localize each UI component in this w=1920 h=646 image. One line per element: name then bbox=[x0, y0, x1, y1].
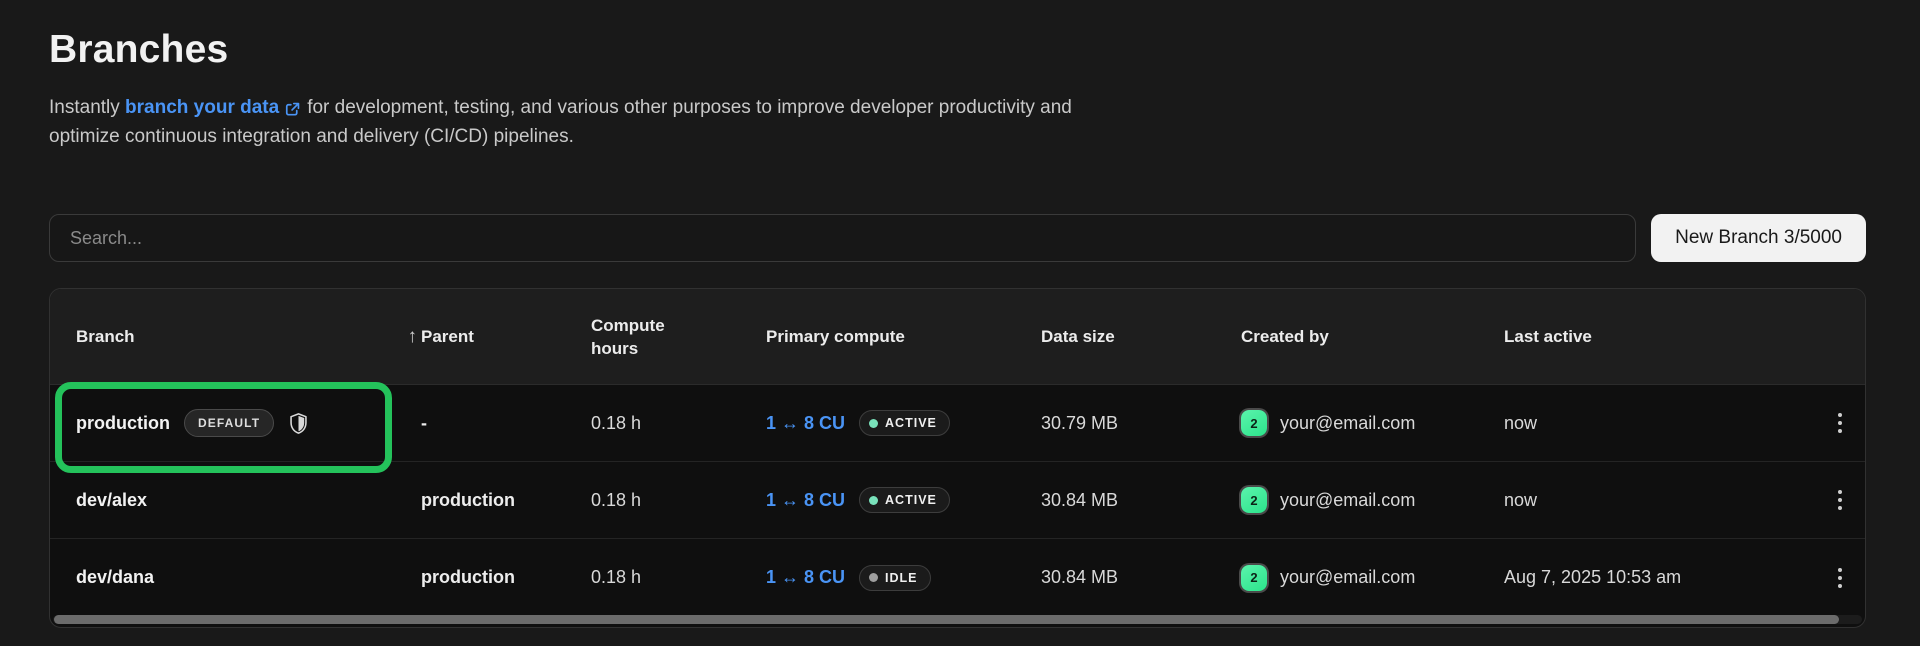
data-size-cell: 30.79 MB bbox=[1041, 413, 1241, 434]
kebab-menu-icon[interactable] bbox=[1832, 562, 1848, 594]
table-row: dev/dana production0.18 h1 ↔ 8 CU IDLE 30.8… bbox=[50, 539, 1865, 616]
scrollbar-thumb[interactable] bbox=[54, 615, 1839, 624]
branch-name: production bbox=[76, 413, 170, 434]
data-size-cell: 30.84 MB bbox=[1041, 490, 1241, 511]
status-badge: IDLE bbox=[859, 565, 930, 591]
branch-your-data-link[interactable]: branch your data bbox=[125, 97, 279, 118]
column-header-primary-compute[interactable]: Primary compute bbox=[766, 327, 1041, 347]
kebab-menu-icon[interactable] bbox=[1832, 484, 1848, 516]
page-title: Branches bbox=[49, 28, 1866, 72]
last-active-cell: now bbox=[1504, 413, 1814, 434]
branch-name-cell[interactable]: dev/dana bbox=[76, 567, 421, 588]
avatar: 2 bbox=[1241, 487, 1267, 513]
shield-icon bbox=[288, 411, 309, 436]
table-row: dev/alex production0.18 h1 ↔ 8 CU ACTIVE 30… bbox=[50, 462, 1865, 539]
sort-ascending-icon[interactable]: ↑ bbox=[408, 326, 418, 348]
status-badge: ACTIVE bbox=[859, 410, 950, 436]
toolbar: New Branch 3/5000 bbox=[49, 214, 1866, 262]
created-by-cell: 2 your@email.com bbox=[1241, 410, 1504, 436]
table-row: production DEFAULT -0.18 h1 ↔ 8 CU ACTIVE 30… bbox=[50, 385, 1865, 462]
compute-hours-cell: 0.18 h bbox=[591, 413, 766, 434]
column-header-data-size[interactable]: Data size bbox=[1041, 327, 1241, 347]
data-size-cell: 30.84 MB bbox=[1041, 567, 1241, 588]
new-branch-button[interactable]: New Branch 3/5000 bbox=[1651, 214, 1866, 262]
status-dot bbox=[869, 573, 878, 582]
creator-email: your@email.com bbox=[1280, 413, 1415, 434]
compute-hours-cell: 0.18 h bbox=[591, 567, 766, 588]
default-badge: DEFAULT bbox=[184, 409, 274, 437]
search-input[interactable] bbox=[49, 214, 1636, 262]
primary-compute-cell: 1 ↔ 8 CU IDLE bbox=[766, 565, 1041, 591]
compute-units-link[interactable]: 1 ↔ 8 CU bbox=[766, 567, 845, 588]
created-by-cell: 2 your@email.com bbox=[1241, 565, 1504, 591]
table-rows: productionDEFAULT-0.18 h1 ↔ 8 CUACTIVE30… bbox=[50, 385, 1865, 616]
external-link-icon bbox=[284, 96, 301, 123]
compute-hours-cell: 0.18 h bbox=[591, 490, 766, 511]
primary-compute-cell: 1 ↔ 8 CU ACTIVE bbox=[766, 410, 1041, 436]
compute-units-link[interactable]: 1 ↔ 8 CU bbox=[766, 490, 845, 511]
last-active-cell: now bbox=[1504, 490, 1814, 511]
branch-name-cell[interactable]: dev/alex bbox=[76, 490, 421, 511]
primary-compute-cell: 1 ↔ 8 CU ACTIVE bbox=[766, 487, 1041, 513]
actions-cell bbox=[1814, 562, 1865, 594]
description-prefix: Instantly bbox=[49, 97, 125, 118]
avatar: 2 bbox=[1241, 565, 1267, 591]
branches-table: Branch ↑ Parent Compute hours Primary co… bbox=[49, 288, 1866, 628]
column-header-created-by[interactable]: Created by bbox=[1241, 327, 1504, 347]
actions-cell bbox=[1814, 407, 1865, 439]
column-header-compute-hours[interactable]: Compute hours bbox=[591, 314, 766, 360]
column-header-last-active[interactable]: Last active bbox=[1504, 327, 1814, 347]
table-header: Branch ↑ Parent Compute hours Primary co… bbox=[50, 289, 1865, 385]
compute-units-link[interactable]: 1 ↔ 8 CU bbox=[766, 413, 845, 434]
parent-cell: - bbox=[421, 413, 591, 434]
branch-name: dev/dana bbox=[76, 567, 154, 588]
parent-cell: production bbox=[421, 567, 591, 588]
branch-name-cell[interactable]: production DEFAULT bbox=[76, 409, 421, 437]
status-dot bbox=[869, 496, 878, 505]
parent-cell: production bbox=[421, 490, 591, 511]
horizontal-scrollbar[interactable] bbox=[53, 615, 1862, 624]
created-by-cell: 2 your@email.com bbox=[1241, 487, 1504, 513]
branches-page: Branches Instantly branch your datafor d… bbox=[0, 0, 1920, 628]
column-header-parent[interactable]: Parent bbox=[421, 327, 591, 347]
creator-email: your@email.com bbox=[1280, 567, 1415, 588]
actions-cell bbox=[1814, 484, 1865, 516]
column-header-branch[interactable]: Branch ↑ bbox=[76, 326, 421, 348]
status-dot bbox=[869, 419, 878, 428]
creator-email: your@email.com bbox=[1280, 490, 1415, 511]
branch-name: dev/alex bbox=[76, 490, 147, 511]
status-badge: ACTIVE bbox=[859, 487, 950, 513]
last-active-cell: Aug 7, 2025 10:53 am bbox=[1504, 567, 1814, 588]
kebab-menu-icon[interactable] bbox=[1832, 407, 1848, 439]
page-description: Instantly branch your datafor developmen… bbox=[49, 94, 1109, 150]
avatar: 2 bbox=[1241, 410, 1267, 436]
